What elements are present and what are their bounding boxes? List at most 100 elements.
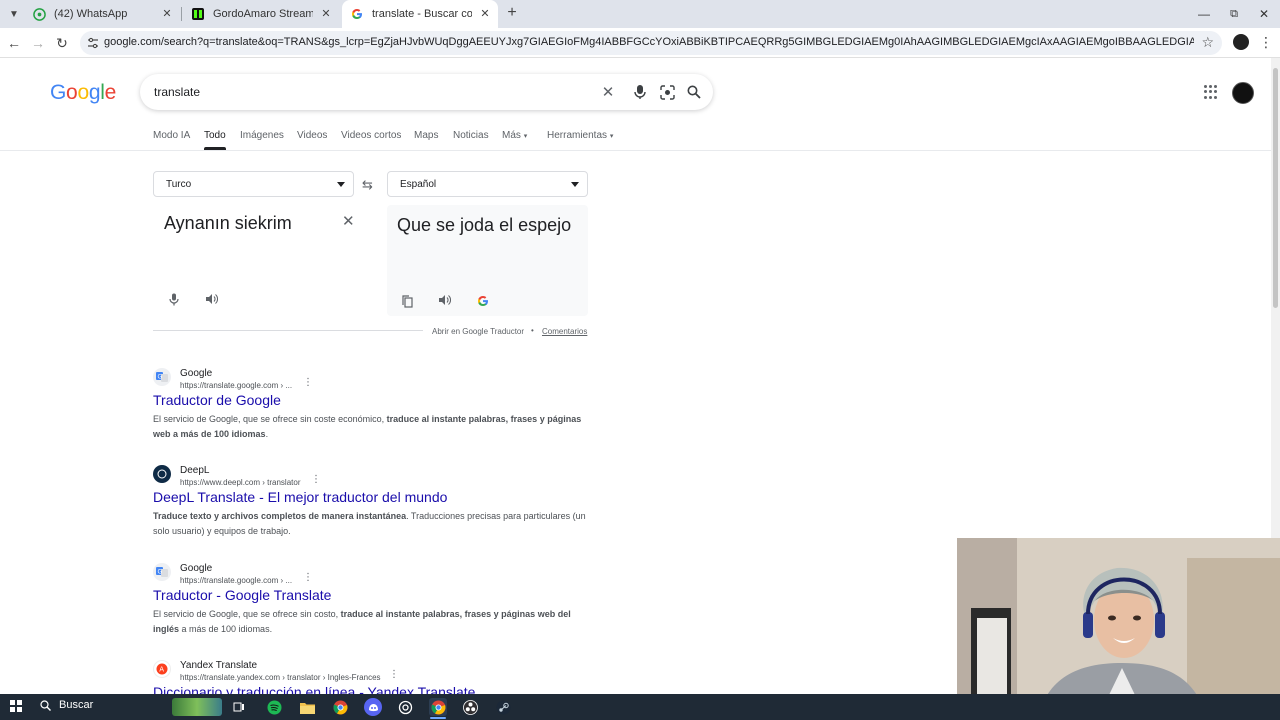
google-logo[interactable]: Google (50, 80, 116, 105)
speaker-target-icon[interactable] (437, 293, 451, 307)
search-box[interactable]: translate ✕ (140, 74, 713, 110)
tab-whatsapp[interactable]: (42) WhatsApp ✕ (24, 0, 180, 28)
search-result: A Yandex Translate https://translate.yan… (153, 660, 593, 694)
translation-output-text: Que se joda el espejo (397, 215, 572, 235)
file-explorer-icon[interactable] (298, 698, 316, 716)
windows-taskbar: Buscar (0, 694, 1280, 720)
back-button[interactable]: ← (4, 33, 24, 53)
google-apps-icon[interactable] (1204, 85, 1218, 99)
result-url: https://translate.google.com › ... (180, 576, 293, 585)
result-title-link[interactable]: DeepL Translate - El mejor traductor del… (153, 489, 447, 505)
tab-herramientas[interactable]: Herramientas ▾ (547, 130, 613, 141)
scrollbar-thumb[interactable] (1273, 68, 1278, 308)
tab-google-search[interactable]: translate - Buscar con Google ✕ (342, 0, 498, 28)
microphone-icon[interactable] (167, 292, 181, 306)
deepl-favicon-icon (153, 465, 171, 483)
search-input[interactable]: translate (154, 85, 200, 99)
tab-todo[interactable]: Todo (204, 130, 226, 150)
close-icon[interactable]: ✕ (478, 7, 492, 21)
obs-icon[interactable] (461, 698, 479, 716)
browser-menu-icon[interactable]: ⋮ (1259, 34, 1273, 50)
more-options-icon[interactable]: ⋮ (303, 377, 313, 388)
tab-noticias[interactable]: Noticias (453, 130, 489, 141)
result-title-link[interactable]: Diccionario y traducción en línea - Yand… (153, 684, 475, 694)
tab-mas[interactable]: Más ▾ (502, 130, 527, 141)
address-bar[interactable]: google.com/search?q=translate&oq=TRANS&g… (80, 31, 1222, 55)
snippet-text: El servicio de Google, que se ofrece sin… (153, 609, 341, 619)
result-title-link[interactable]: Traductor de Google (153, 392, 281, 408)
result-snippet: Traduce texto y archivos completos de ma… (153, 509, 593, 539)
header-divider (0, 150, 1271, 151)
translator-divider (153, 330, 423, 331)
bookmark-star-icon[interactable]: ☆ (1201, 34, 1214, 51)
search-icon[interactable] (685, 83, 703, 101)
tab-label: translate - Buscar con Google (372, 8, 472, 20)
swap-languages-icon[interactable]: ⇆ (362, 177, 373, 193)
new-tab-button[interactable]: + (504, 5, 520, 21)
tab-gordoamaro-stream[interactable]: GordoAmaro Stream - Watch Li ✕ (183, 0, 339, 28)
clear-source-icon[interactable]: ✕ (342, 212, 355, 230)
tab-maps[interactable]: Maps (414, 130, 438, 141)
logo-letter: g (88, 81, 101, 104)
minimize-button[interactable]: — (1188, 0, 1220, 28)
tab-modo-ia[interactable]: Modo IA (153, 130, 190, 141)
logo-letter: o (66, 81, 78, 104)
window-close-button[interactable]: ✕ (1248, 0, 1280, 28)
google-icon (350, 7, 364, 21)
active-app-indicator (430, 717, 446, 719)
steam-icon[interactable] (494, 698, 512, 716)
more-options-icon[interactable]: ⋮ (389, 669, 399, 680)
windows-start-icon[interactable] (10, 700, 22, 712)
close-icon[interactable]: ✕ (160, 7, 174, 21)
open-google-translate-link[interactable]: Abrir en Google Traductor (432, 327, 524, 336)
webcam-overlay (957, 538, 1280, 720)
copy-icon[interactable] (400, 294, 414, 308)
result-title-link[interactable]: Traductor - Google Translate (153, 587, 331, 603)
search-result: G Google https://translate.google.com › … (153, 563, 593, 643)
discord-icon[interactable] (364, 698, 382, 716)
source-text-input[interactable]: Aynanın siekrim (164, 213, 292, 234)
google-translate-favicon-icon: G (153, 563, 171, 581)
comments-link[interactable]: Comentarios (542, 327, 587, 336)
chrome-icon[interactable] (331, 698, 349, 716)
source-language-select[interactable]: Turco (153, 171, 354, 197)
close-icon[interactable]: ✕ (319, 7, 333, 21)
chatgpt-icon[interactable] (396, 698, 414, 716)
profile-avatar[interactable] (1233, 34, 1249, 50)
spotify-icon[interactable] (265, 698, 283, 716)
logo-letter: o (77, 81, 89, 104)
account-avatar[interactable] (1232, 82, 1254, 104)
logo-letter: e (104, 81, 117, 104)
forward-button[interactable]: → (28, 33, 48, 53)
reload-button[interactable]: ↻ (52, 33, 72, 53)
speaker-source-icon[interactable] (204, 292, 218, 306)
search-result: G Google https://translate.google.com › … (153, 368, 593, 448)
link-separator: • (531, 326, 534, 335)
google-g-icon[interactable] (476, 294, 490, 308)
snippet-bold: Traduce texto y archivos completos de ma… (153, 511, 407, 521)
weather-widget-icon[interactable] (172, 698, 222, 716)
tab-videos-cortos[interactable]: Videos cortos (341, 130, 401, 141)
tab-imagenes[interactable]: Imágenes (240, 130, 284, 141)
more-options-icon[interactable]: ⋮ (303, 572, 313, 583)
result-url: https://www.deepl.com › translator (180, 478, 301, 487)
tab-search-icon[interactable]: ▼ (6, 6, 22, 22)
tab-videos[interactable]: Videos (297, 130, 327, 141)
whatsapp-icon (32, 7, 46, 21)
chrome-active-icon[interactable] (429, 698, 447, 716)
more-options-icon[interactable]: ⋮ (311, 474, 321, 485)
restore-button[interactable]: ⧉ (1218, 0, 1250, 28)
target-language-label: Español (400, 179, 437, 190)
tab-herramientas-label: Herramientas (547, 130, 608, 141)
site-info-icon[interactable] (86, 36, 100, 50)
task-view-icon[interactable] (230, 698, 248, 716)
clear-search-icon[interactable]: ✕ (599, 83, 617, 101)
caret-down-icon: ▾ (523, 133, 528, 140)
snippet-text: El servicio de Google, que se ofrece sin… (153, 414, 387, 424)
voice-search-icon[interactable] (631, 83, 649, 101)
target-language-select[interactable]: Español (387, 171, 588, 197)
tab-label: GordoAmaro Stream - Watch Li (213, 8, 313, 20)
taskbar-search[interactable]: Buscar (38, 694, 168, 720)
lens-search-icon[interactable] (658, 83, 676, 101)
svg-text:G: G (158, 569, 163, 576)
